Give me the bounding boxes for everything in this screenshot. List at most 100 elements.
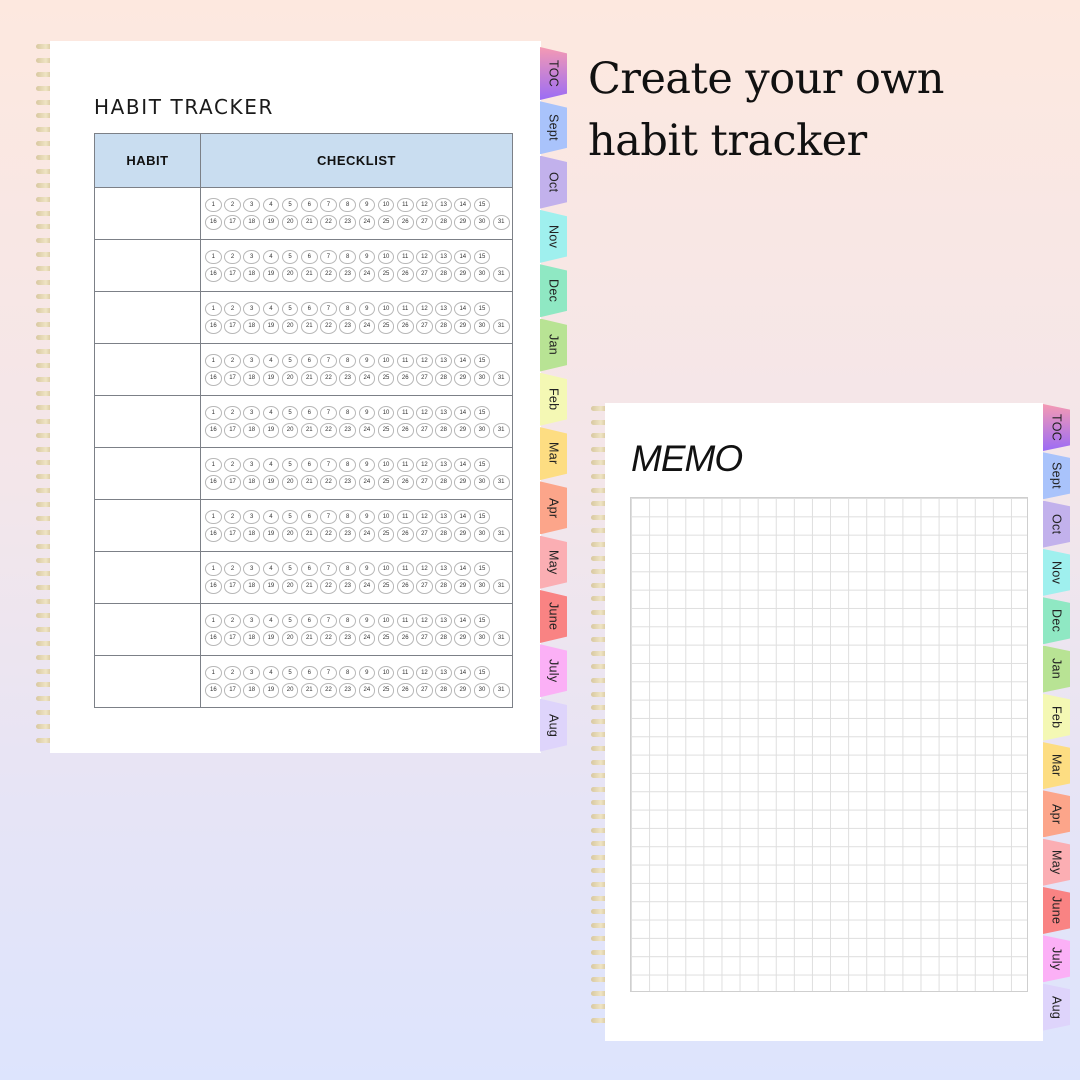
tab-dec[interactable]: Dec [1043,597,1070,645]
day-checkbox[interactable]: 10 [377,457,395,472]
day-checkbox[interactable]: 10 [377,301,395,316]
day-checkbox[interactable]: 14 [454,301,472,316]
day-checkbox[interactable]: 25 [377,319,395,334]
day-checkbox[interactable]: 6 [300,561,318,576]
day-checkbox[interactable]: 29 [454,475,472,490]
tab-toc[interactable]: TOC [540,47,567,100]
day-checkbox[interactable]: 21 [300,423,318,438]
day-checkbox[interactable]: 19 [262,631,280,646]
day-checkbox[interactable]: 23 [339,215,356,230]
day-checkbox[interactable]: 13 [435,457,452,472]
day-checkbox[interactable]: 3 [243,197,261,212]
day-checkbox[interactable]: 15 [473,249,491,264]
day-checkbox[interactable]: 14 [454,353,472,368]
day-checkbox[interactable]: 14 [454,249,472,264]
tab-june[interactable]: June [1043,887,1070,934]
day-checkbox[interactable]: 5 [281,197,299,212]
day-checkbox[interactable]: 3 [243,405,261,420]
day-checkbox[interactable]: 24 [358,579,376,594]
day-checkbox[interactable]: 28 [435,475,452,490]
day-checkbox[interactable]: 7 [320,613,337,628]
day-checkbox[interactable]: 30 [473,371,491,386]
day-checkbox[interactable]: 15 [473,613,491,628]
day-checkbox[interactable]: 7 [320,301,337,316]
day-checkbox[interactable]: 27 [416,631,433,646]
day-checkbox[interactable]: 27 [416,423,433,438]
day-checkbox[interactable]: 11 [396,353,414,368]
day-checkbox[interactable]: 16 [205,423,222,438]
day-checkbox[interactable]: 20 [281,267,299,282]
day-checkbox[interactable]: 30 [473,579,491,594]
day-checkbox[interactable]: 4 [262,509,280,524]
day-checkbox[interactable]: 1 [205,613,222,628]
day-checkbox[interactable]: 12 [416,353,433,368]
day-checkbox[interactable]: 2 [224,249,241,264]
day-checkbox[interactable]: 6 [300,301,318,316]
day-checkbox[interactable]: 3 [243,665,261,680]
day-checkbox[interactable]: 17 [224,371,241,386]
day-checkbox[interactable]: 4 [262,457,280,472]
day-checkbox[interactable]: 8 [339,561,356,576]
day-checkbox[interactable]: 11 [396,301,414,316]
tab-may[interactable]: May [540,535,567,589]
day-checkbox[interactable]: 13 [435,249,452,264]
day-checkbox[interactable]: 17 [224,579,241,594]
day-checkbox[interactable]: 2 [224,405,241,420]
day-checkbox[interactable]: 2 [224,353,241,368]
day-checkbox[interactable]: 6 [300,197,318,212]
day-checkbox[interactable]: 31 [492,371,510,386]
day-checkbox[interactable]: 25 [377,527,395,542]
day-checkbox[interactable]: 22 [320,423,337,438]
day-checkbox[interactable]: 21 [300,683,318,698]
day-checkbox[interactable]: 8 [339,405,356,420]
day-checkbox[interactable]: 16 [205,215,222,230]
day-checkbox[interactable]: 13 [435,405,452,420]
habit-name-cell[interactable] [94,655,201,708]
day-checkbox[interactable]: 27 [416,527,433,542]
day-checkbox[interactable]: 26 [396,423,414,438]
day-checkbox[interactable]: 25 [377,423,395,438]
day-checkbox[interactable]: 29 [454,683,472,698]
day-checkbox[interactable]: 17 [224,215,241,230]
day-checkbox[interactable]: 24 [358,527,376,542]
day-checkbox[interactable]: 9 [358,561,376,576]
day-checkbox[interactable]: 12 [416,665,433,680]
day-checkbox[interactable]: 17 [224,475,241,490]
tab-feb[interactable]: Feb [540,372,567,426]
day-checkbox[interactable]: 20 [281,683,299,698]
memo-grid[interactable] [630,497,1028,992]
day-checkbox[interactable]: 12 [416,249,433,264]
day-checkbox[interactable]: 26 [396,631,414,646]
day-checkbox[interactable]: 24 [358,319,376,334]
day-checkbox[interactable]: 15 [473,405,491,420]
day-checkbox[interactable]: 13 [435,509,452,524]
day-checkbox[interactable]: 30 [473,319,491,334]
habit-name-cell[interactable] [94,603,201,656]
day-checkbox[interactable]: 15 [473,561,491,576]
day-checkbox[interactable]: 27 [416,267,433,282]
day-checkbox[interactable]: 12 [416,509,433,524]
day-checkbox[interactable]: 27 [416,371,433,386]
tab-dec[interactable]: Dec [540,264,567,318]
day-checkbox[interactable]: 16 [205,475,222,490]
day-checkbox[interactable]: 18 [243,371,261,386]
day-checkbox[interactable]: 5 [281,509,299,524]
day-checkbox[interactable]: 22 [320,579,337,594]
day-checkbox[interactable]: 16 [205,319,222,334]
day-checkbox[interactable]: 28 [435,319,452,334]
day-checkbox[interactable]: 7 [320,509,337,524]
day-checkbox[interactable]: 16 [205,267,222,282]
day-checkbox[interactable]: 26 [396,579,414,594]
tab-nov[interactable]: Nov [540,209,567,263]
day-checkbox[interactable]: 20 [281,215,299,230]
day-checkbox[interactable]: 31 [492,423,510,438]
day-checkbox[interactable]: 29 [454,371,472,386]
day-checkbox[interactable]: 28 [435,683,452,698]
day-checkbox[interactable]: 17 [224,683,241,698]
day-checkbox[interactable]: 19 [262,579,280,594]
day-checkbox[interactable]: 2 [224,665,241,680]
day-checkbox[interactable]: 22 [320,527,337,542]
day-checkbox[interactable]: 12 [416,613,433,628]
day-checkbox[interactable]: 14 [454,197,472,212]
day-checkbox[interactable]: 16 [205,683,222,698]
